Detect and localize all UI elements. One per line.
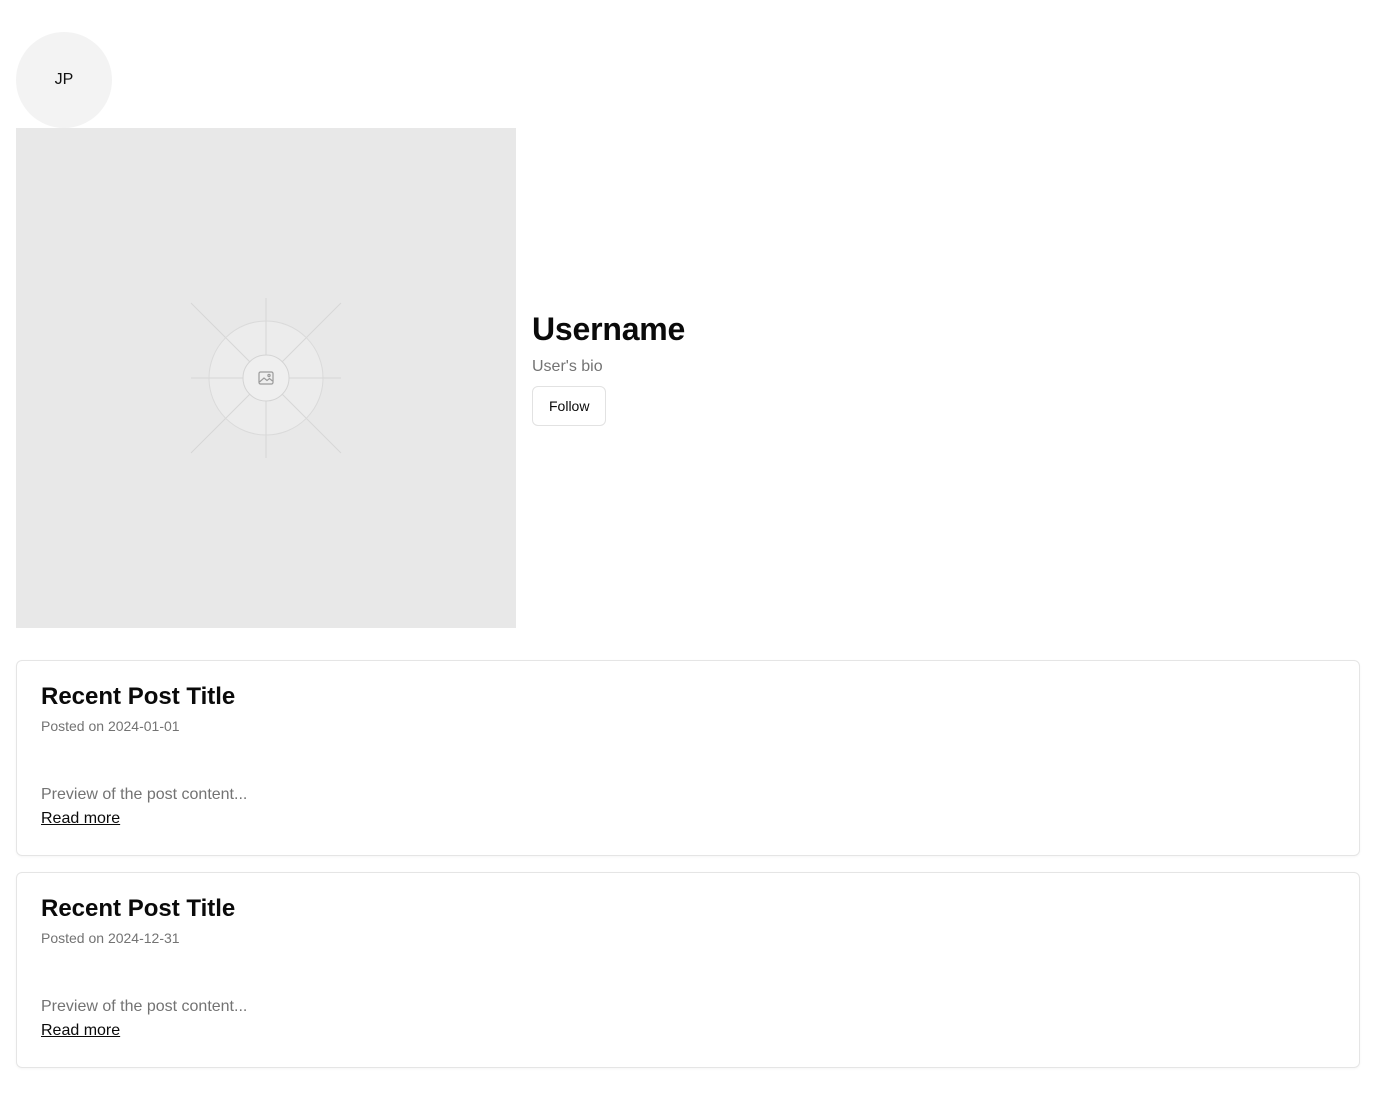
cover-image (16, 128, 516, 628)
follow-button[interactable]: Follow (532, 386, 607, 427)
avatar[interactable]: JP (16, 32, 112, 128)
image-placeholder-icon (190, 298, 342, 458)
username-heading: Username (532, 310, 686, 347)
read-more-link[interactable]: Read more (41, 1022, 120, 1040)
user-bio: User's bio (532, 358, 603, 376)
avatar-initials: JP (54, 71, 74, 88)
post-date: Posted on 2024-01-01 (41, 717, 180, 734)
profile-page: JP Username User's bio Follow Recent Pos… (0, 0, 1376, 1100)
post-date: Posted on 2024-12-31 (41, 929, 180, 946)
profile-info: Username User's bio Follow (532, 310, 686, 427)
profile-header: Username User's bio Follow (16, 128, 1360, 628)
post-title: Recent Post Title (41, 683, 236, 710)
recent-posts-list: Recent Post Title Posted on 2024-01-01 P… (16, 660, 1360, 1068)
post-title: Recent Post Title (41, 895, 236, 922)
post-card: Recent Post Title Posted on 2024-01-01 P… (16, 660, 1360, 856)
read-more-link[interactable]: Read more (41, 810, 120, 828)
post-card: Recent Post Title Posted on 2024-12-31 P… (16, 872, 1360, 1068)
post-preview: Preview of the post content... (41, 997, 248, 1015)
post-preview: Preview of the post content... (41, 785, 248, 803)
